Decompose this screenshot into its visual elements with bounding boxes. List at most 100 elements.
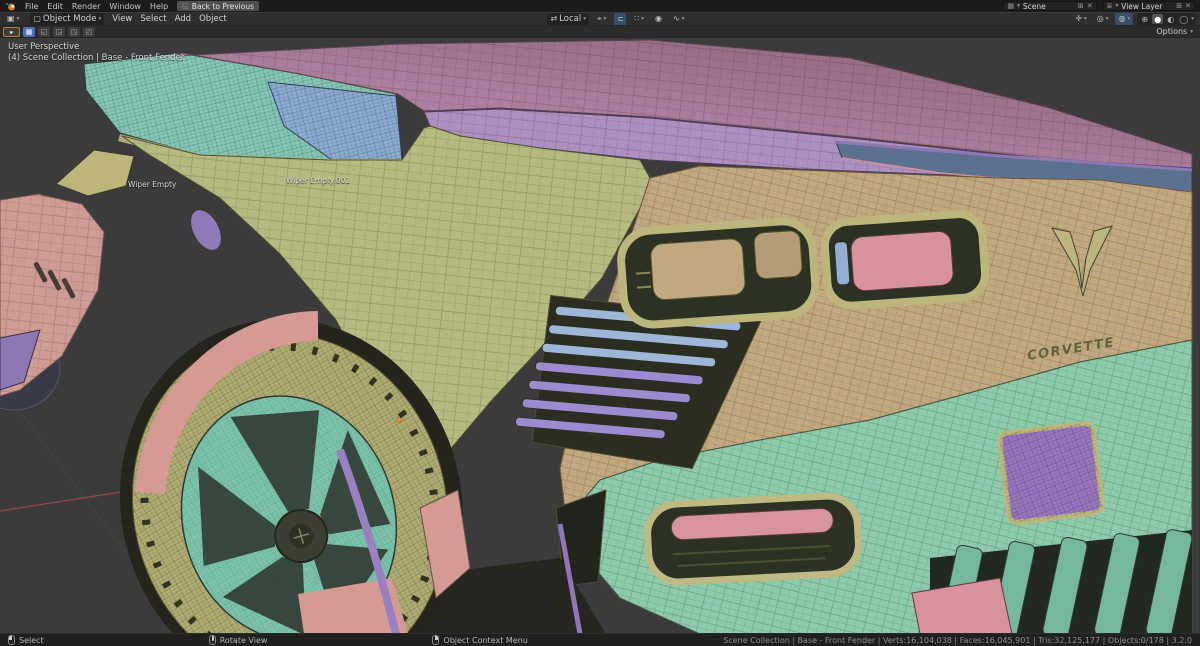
- menu-render[interactable]: Render: [72, 2, 100, 11]
- pivot-icon: ⌖: [597, 15, 602, 23]
- select-mode-set[interactable]: ▦: [23, 27, 35, 37]
- header-center: ⇄ Local ▾ ⌖ ▾ ∪ ∷ ▾ ◉ ∿ ▾: [547, 13, 687, 25]
- shading-material-button[interactable]: ◐: [1165, 14, 1176, 24]
- bumper-grille[interactable]: [646, 495, 860, 584]
- blender-logo-icon[interactable]: [5, 2, 16, 11]
- hint-select: Select: [8, 635, 44, 645]
- snap-toggle[interactable]: ∪: [614, 13, 626, 25]
- viewport-canvas[interactable]: CORVETTE: [0, 38, 1200, 633]
- menu-select[interactable]: Select: [140, 14, 166, 24]
- select-mode-intersect[interactable]: ◰: [83, 27, 95, 37]
- snap-settings-dropdown[interactable]: ∷ ▾: [631, 13, 647, 25]
- menu-add[interactable]: Add: [175, 14, 191, 24]
- menu-object[interactable]: Object: [199, 14, 227, 24]
- topbar: File Edit Render Window Help ◱ Back to P…: [0, 0, 1200, 12]
- viewport-header: ▣ ▾ ▢ Object Mode ▾ View Select Add Obje…: [0, 12, 1200, 26]
- options-label: Options: [1156, 27, 1187, 36]
- scene-name: Scene: [1023, 2, 1075, 11]
- menu-window[interactable]: Window: [109, 2, 141, 11]
- xray-icon: ◍: [1118, 15, 1125, 23]
- object-mode-icon: ▢: [33, 15, 41, 23]
- view-name-label: User Perspective: [8, 42, 184, 53]
- status-bar: Select Rotate View Object Context Menu S…: [0, 633, 1200, 646]
- chevron-down-icon: ▾: [1115, 3, 1118, 9]
- chevron-down-icon: ▾: [17, 16, 20, 22]
- chevron-down-icon: ▾: [603, 16, 606, 22]
- empty-object-label[interactable]: Wiper Empty: [128, 180, 176, 189]
- object-origin-dot: [397, 418, 402, 423]
- chevron-down-icon: ▾: [583, 16, 586, 22]
- scene-selector[interactable]: ▦ ▾ Scene ⊞ ✕: [1003, 1, 1096, 11]
- select-mode-extend[interactable]: ◱: [38, 27, 50, 37]
- proportional-falloff-dropdown[interactable]: ∿ ▾: [670, 13, 687, 25]
- viewport-editor-icon: ▣: [7, 15, 15, 23]
- car-model[interactable]: CORVETTE: [0, 40, 1193, 633]
- chevron-down-icon: ▾: [1084, 16, 1087, 22]
- show-overlays-dropdown[interactable]: ◎ ▾: [1094, 13, 1112, 25]
- hint-rotate-view: Rotate View: [209, 635, 268, 645]
- shading-wireframe-button[interactable]: ⊕: [1139, 14, 1150, 24]
- blender-window: File Edit Render Window Help ◱ Back to P…: [0, 0, 1200, 646]
- header-left: ▣ ▾ ▢ Object Mode ▾ View Select Add Obje…: [4, 13, 227, 25]
- falloff-curve-icon: ∿: [673, 15, 680, 23]
- license-plate-recess[interactable]: [999, 422, 1103, 523]
- proportional-editing-icon: ◉: [655, 15, 662, 23]
- chevron-down-icon: ▾: [1127, 16, 1130, 22]
- options-dropdown[interactable]: Options ▾: [1152, 27, 1197, 36]
- snap-target-icon: ∷: [634, 15, 639, 23]
- layers-icon: ≣: [1107, 2, 1113, 10]
- select-mode-subtract[interactable]: ◲: [53, 27, 65, 37]
- shading-solid-button[interactable]: ●: [1152, 14, 1163, 24]
- magnet-icon: ∪: [616, 16, 624, 22]
- orientation-icon: ⇄: [550, 15, 557, 23]
- transform-orientation-dropdown[interactable]: ⇄ Local ▾: [547, 13, 589, 25]
- scene-icon: ▦: [1007, 2, 1014, 10]
- viewport-3d[interactable]: User Perspective (4) Scene Collection | …: [0, 38, 1200, 633]
- right-mouse-icon: [432, 635, 439, 645]
- taillight-right[interactable]: [823, 212, 986, 307]
- back-to-previous-button[interactable]: ◱ Back to Previous: [177, 1, 259, 11]
- left-mouse-icon: [8, 635, 15, 645]
- header-right: ✛ ▾ ◎ ▾ ◍ ▾ ⊕ ● ◐ ◯ ▾: [1072, 13, 1196, 25]
- active-tool-select-box[interactable]: ▸: [3, 27, 20, 37]
- side-vent[interactable]: [184, 204, 228, 255]
- taillight-left[interactable]: [619, 219, 817, 326]
- show-gizmo-dropdown[interactable]: ✛ ▾: [1072, 13, 1089, 25]
- back-to-previous-label: Back to Previous: [192, 2, 254, 11]
- shading-dropdown-icon[interactable]: ▾: [1191, 16, 1194, 22]
- shading-mode-group: ⊕ ● ◐ ◯ ▾: [1137, 13, 1196, 25]
- chevron-down-icon: ▾: [1190, 29, 1193, 35]
- chevron-down-icon: ▾: [1017, 3, 1020, 9]
- editor-type-button[interactable]: ▣ ▾: [4, 13, 22, 25]
- hint-context-label: Object Context Menu: [443, 636, 527, 645]
- select-mode-invert[interactable]: ◳: [68, 27, 80, 37]
- scene-statistics: Scene Collection | Base - Front Fender |…: [723, 636, 1192, 645]
- active-object-label: (4) Scene Collection | Base - Front Fend…: [8, 53, 184, 64]
- view-layer-name: View Layer: [1121, 2, 1173, 11]
- chevron-down-icon: ▾: [641, 16, 644, 22]
- unlink-scene-icon[interactable]: ✕: [1087, 3, 1093, 10]
- orientation-label: Local: [559, 14, 581, 24]
- view-layer-selector[interactable]: ≣ ▾ View Layer ⊞ ✕: [1103, 1, 1195, 11]
- remove-layer-icon[interactable]: ✕: [1185, 3, 1191, 10]
- new-layer-icon[interactable]: ⊞: [1176, 3, 1182, 10]
- hint-rotate-label: Rotate View: [220, 636, 268, 645]
- proportional-editing-toggle[interactable]: ◉: [652, 13, 665, 25]
- menu-edit[interactable]: Edit: [47, 2, 63, 11]
- new-scene-icon[interactable]: ⊞: [1078, 3, 1084, 10]
- gizmo-icon: ✛: [1075, 15, 1082, 23]
- tool-settings-row: ▸ ▦ ◱ ◲ ◳ ◰ Options ▾: [0, 26, 1200, 38]
- side-mirror[interactable]: [56, 150, 134, 196]
- topbar-right: ▦ ▾ Scene ⊞ ✕ ≣ ▾ View Layer ⊞ ✕: [1003, 1, 1195, 11]
- cursor-select-icon: ▸: [8, 27, 14, 36]
- menu-file[interactable]: File: [25, 2, 38, 11]
- shading-rendered-button[interactable]: ◯: [1178, 14, 1189, 24]
- xray-toggle[interactable]: ◍ ▾: [1115, 13, 1133, 25]
- pivot-point-dropdown[interactable]: ⌖ ▾: [594, 13, 609, 25]
- empty-object-label[interactable]: Wiper Empty.001: [286, 176, 350, 185]
- screen-back-icon: ◱: [182, 3, 189, 10]
- menu-help[interactable]: Help: [150, 2, 168, 11]
- chevron-down-icon: ▾: [1106, 16, 1109, 22]
- menu-view[interactable]: View: [112, 14, 132, 24]
- mode-dropdown[interactable]: ▢ Object Mode ▾: [30, 13, 104, 25]
